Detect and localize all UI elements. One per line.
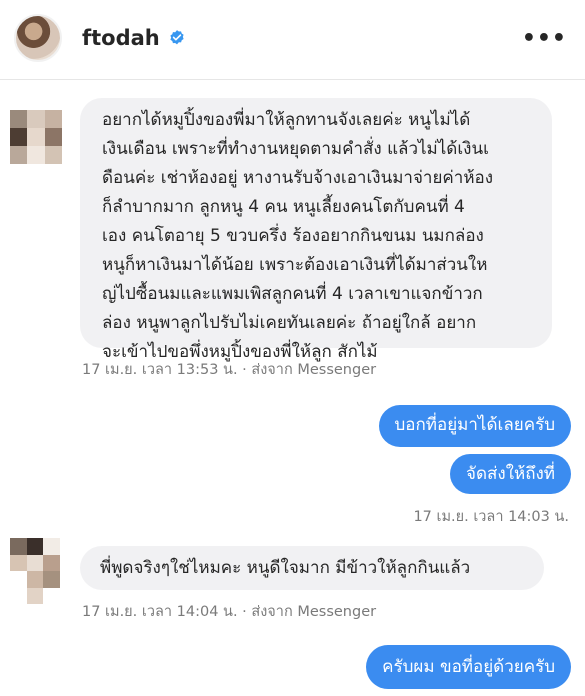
message-line: ล่อง หนูพาลูกไปรับไม่เคยทันเลยค่ะ ถ้าอยู… bbox=[102, 313, 477, 333]
outgoing-message: บอกที่อยู่มาได้เลยครับ bbox=[378, 405, 571, 447]
message-line: ก็ลำบากมาก ลูกหนู 4 คน หนูเลี้ยงคนโตกับค… bbox=[102, 197, 465, 217]
post-header: ftodah ••• bbox=[0, 0, 585, 80]
message-line: เงินเดือน เพราะที่ทำงานหยุดตามคำสั่ง แล้… bbox=[102, 139, 489, 159]
message-timestamp: 17 เม.ย. เวลา 14:04 น. · ส่งจาก Messenge… bbox=[82, 604, 377, 620]
more-options-icon[interactable]: ••• bbox=[522, 26, 567, 51]
sender-avatar-blurred bbox=[10, 538, 60, 604]
username-label: ftodah bbox=[82, 26, 160, 50]
incoming-message-long: อยากได้หมูปิ้งของพี่มาให้ลูกทานจังเลยค่ะ… bbox=[80, 98, 552, 362]
verified-badge-icon bbox=[170, 30, 184, 45]
outgoing-message: ครับผม ขอที่อยู่ด้วยครับ bbox=[366, 645, 571, 689]
message-line: หนูก็หาเงินมาได้น้อย เพราะต้องเอาเงินที่… bbox=[102, 255, 488, 275]
message-line: ญ่ไปซื้อนมและแพมเพิสลูกคนที่ 4 เวลาเขาแจ… bbox=[102, 284, 483, 304]
message-line: อยากได้หมูปิ้งของพี่มาให้ลูกทานจังเลยค่ะ… bbox=[102, 110, 471, 130]
username-link[interactable]: ftodah bbox=[82, 26, 186, 50]
incoming-message: พี่พูดจริงๆใช่ไหมคะ หนูดีใจมาก มีข้าวให้… bbox=[80, 546, 544, 590]
message-timestamp: 17 เม.ย. เวลา 13:53 น. · ส่งจาก Messenge… bbox=[82, 362, 377, 378]
message-line: เอง คนโตอายุ 5 ขวบครึ่ง ร้องอยากกินขนม น… bbox=[102, 226, 484, 246]
sender-avatar-blurred bbox=[10, 110, 62, 164]
message-timestamp: 17 เม.ย. เวลา 14:03 น. bbox=[413, 509, 569, 525]
message-text: พี่พูดจริงๆใช่ไหมคะ หนูดีใจมาก มีข้าวให้… bbox=[100, 558, 471, 578]
outgoing-message: จัดส่งให้ถึงที่ bbox=[450, 454, 571, 494]
profile-avatar[interactable] bbox=[14, 14, 62, 62]
message-line: ดือนค่ะ เช่าห้องอยู่ หางานรับจ้างเอาเงิน… bbox=[102, 168, 494, 188]
